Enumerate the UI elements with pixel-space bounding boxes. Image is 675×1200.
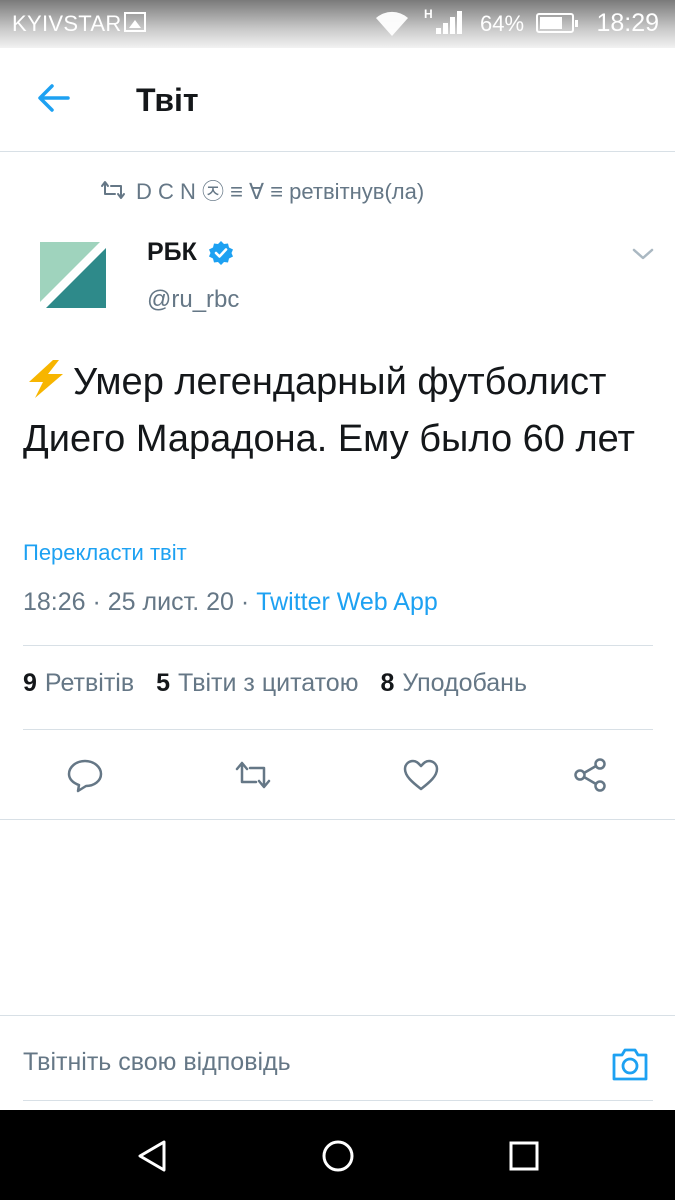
divider	[23, 1100, 653, 1101]
nav-home-icon[interactable]	[318, 1136, 358, 1176]
system-nav-bar	[0, 1110, 675, 1200]
retweet-context-text: D C N ㉨ ≡ ∀ ≡ ретвітнув(ла)	[136, 179, 425, 204]
reply-button[interactable]	[66, 756, 104, 794]
likes-count: 8	[380, 669, 395, 697]
signal-icon: H	[424, 7, 462, 34]
retweet-small-icon	[101, 181, 125, 199]
quotes-count: 5	[156, 669, 171, 697]
retweet-icon	[235, 761, 271, 789]
retweets-count: 9	[23, 669, 37, 697]
divider	[0, 1015, 675, 1016]
battery-icon	[536, 13, 578, 33]
camera-icon[interactable]	[610, 1045, 650, 1083]
status-clock: 18:29	[596, 9, 659, 37]
lightning-emoji-icon	[29, 360, 63, 398]
translate-tweet-link[interactable]: Перекласти твіт	[23, 540, 187, 566]
tweet-timestamp: 18:26 · 25 лист. 20 ·	[23, 588, 257, 616]
image-notification-icon	[124, 12, 146, 32]
network-type: H	[424, 7, 433, 21]
divider	[23, 645, 653, 646]
quotes-stat[interactable]: 5 Твіти з цитатою	[156, 669, 358, 698]
author-name[interactable]: РБК	[147, 238, 197, 267]
like-button[interactable]	[402, 756, 440, 794]
tweet-stats: 9 Ретвітів 5 Твіти з цитатою 8 Уподобань	[23, 669, 527, 698]
reply-icon	[67, 759, 103, 793]
tweet-text: Умер легендарный футболист Диего Марадон…	[23, 354, 643, 468]
wifi-icon	[376, 11, 408, 36]
chevron-down-icon[interactable]	[630, 244, 656, 264]
top-bar: Твіт	[0, 48, 675, 152]
tweet-text-content: Умер легендарный футболист Диего Марадон…	[23, 361, 635, 460]
nav-back-icon[interactable]	[134, 1136, 174, 1176]
reply-input[interactable]: Твітніть свою відповідь	[23, 1048, 291, 1077]
battery-percent: 64%	[480, 11, 525, 36]
page-title: Твіт	[136, 82, 199, 118]
retweet-button[interactable]	[234, 756, 272, 794]
divider	[23, 729, 653, 730]
likes-label: Уподобань	[402, 669, 527, 697]
status-bar: KYIVSTAR H 64% 18:29	[0, 0, 675, 48]
divider	[0, 819, 675, 820]
author-handle[interactable]: @ru_rbc	[147, 286, 239, 314]
back-arrow-icon[interactable]	[34, 80, 74, 116]
avatar[interactable]	[40, 242, 106, 308]
rbc-logo	[40, 242, 106, 308]
carrier-name: KYIVSTAR	[12, 11, 122, 36]
quotes-label: Твіти з цитатою	[178, 669, 359, 697]
tweet-meta: 18:26 · 25 лист. 20 · Twitter Web App	[23, 588, 438, 617]
retweet-context[interactable]: D C N ㉨ ≡ ∀ ≡ ретвітнув(ла)	[100, 174, 424, 206]
share-icon	[574, 758, 606, 792]
heart-icon	[403, 759, 439, 791]
source-app-link[interactable]: Twitter Web App	[256, 588, 438, 616]
retweets-stat[interactable]: 9 Ретвітів	[23, 669, 134, 698]
retweets-label: Ретвітів	[44, 669, 135, 697]
nav-recents-icon[interactable]	[504, 1136, 544, 1176]
verified-badge-icon	[209, 241, 233, 265]
share-button[interactable]	[571, 756, 609, 794]
likes-stat[interactable]: 8 Уподобань	[380, 669, 527, 698]
